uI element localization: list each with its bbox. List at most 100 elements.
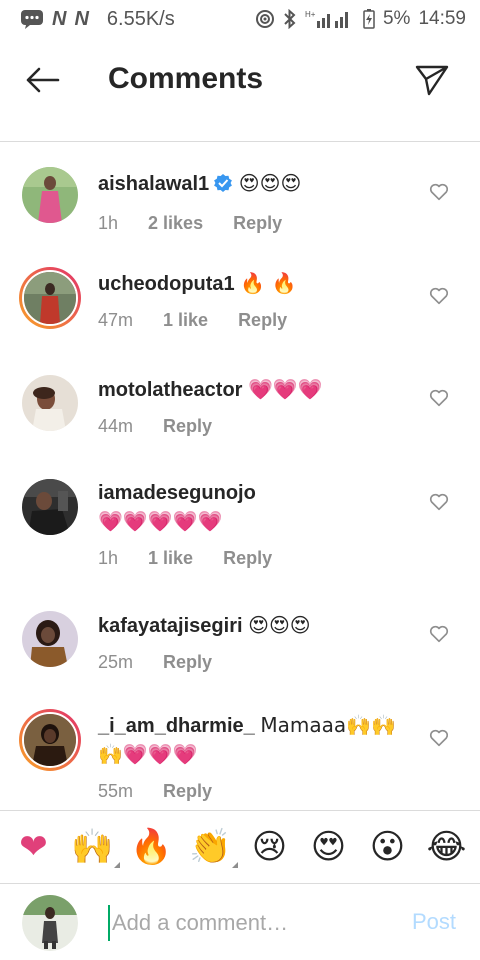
comment-time: 44m (98, 416, 134, 436)
comment-body: kafayatajisegiri 😍😍😍 25m Reply (98, 611, 420, 676)
comment-username[interactable]: aishalawal1 (98, 173, 209, 195)
back-button[interactable] (20, 62, 64, 98)
carrier-n-icon: N (52, 7, 67, 30)
bluetooth-icon (283, 9, 297, 29)
heart-outline-icon (429, 493, 449, 511)
reply-button[interactable]: Reply (223, 544, 272, 572)
battery-level: 5% (382, 8, 411, 29)
variants-indicator (231, 862, 238, 868)
comment-text: 🔥 🔥 (240, 271, 297, 295)
emoji-raised-hands-button[interactable]: 🙌 (70, 824, 120, 870)
chat-icon (20, 9, 44, 29)
arrow-left-icon (26, 67, 60, 93)
avatar[interactable] (19, 709, 81, 771)
battery-icon (363, 9, 375, 29)
comments-list[interactable]: aishalawal1 😍😍😍 1h 2 likes Reply ucheodo… (0, 143, 480, 810)
heart-outline-icon (429, 389, 449, 407)
verified-badge-icon (213, 173, 233, 201)
comment-item: iamadesegunojo 💗💗💗💗💗 1h 1 like Reply (0, 477, 480, 601)
status-left: N N 6.55K/s (20, 8, 175, 31)
heart-outline-icon (429, 287, 449, 305)
like-comment-button[interactable] (428, 181, 450, 203)
current-user-avatar (22, 895, 78, 951)
raised-hands-icon: 🙌 (71, 827, 114, 867)
comment-item: aishalawal1 😍😍😍 1h 2 likes Reply (0, 167, 480, 263)
comment-text: 💗💗💗💗💗 (98, 509, 223, 533)
comment-username[interactable]: kafayatajisegiri (98, 615, 243, 637)
comment-composer: Post (0, 885, 480, 960)
avatar[interactable] (22, 479, 78, 535)
comment-text: 😍😍😍 (238, 171, 302, 195)
reply-button[interactable]: Reply (233, 209, 282, 237)
emoji-surprised-face-button[interactable]: 😮 (365, 824, 411, 870)
like-comment-button[interactable] (428, 727, 450, 749)
signal-icon: H+ (305, 9, 355, 29)
comment-likes[interactable]: 2 likes (148, 209, 203, 237)
avatar[interactable] (22, 375, 78, 431)
comment-username[interactable]: _i_am_dharmie_ (98, 715, 255, 737)
emoji-fire-button[interactable]: 🔥 (129, 824, 175, 870)
comment-input[interactable] (108, 905, 398, 941)
heart-outline-icon (429, 183, 449, 201)
reply-button[interactable]: Reply (163, 648, 212, 676)
comment-item: motolatheactor 💗💗💗 44m Reply (0, 373, 480, 469)
comment-meta: 55m Reply (98, 777, 420, 805)
comment-likes[interactable]: 1 like (148, 544, 193, 572)
network-speed: 6.55K/s (106, 7, 175, 30)
like-comment-button[interactable] (428, 623, 450, 645)
like-comment-button[interactable] (428, 387, 450, 409)
like-comment-button[interactable] (428, 491, 450, 513)
clock: 14:59 (418, 8, 466, 29)
comment-time: 1h (98, 213, 119, 233)
avatar[interactable] (19, 267, 81, 329)
avatar[interactable] (22, 167, 78, 223)
page-title: Comments (108, 62, 264, 95)
comment-text: 💗💗💗 (248, 377, 323, 401)
comment-username[interactable]: ucheodoputa1 (98, 273, 235, 295)
hotspot-icon (255, 9, 275, 29)
status-right: H+ 5% 14:59 (255, 8, 466, 30)
svg-text:H+: H+ (305, 10, 316, 19)
direct-share-button[interactable] (412, 60, 452, 100)
comment-body: motolatheactor 💗💗💗 44m Reply (98, 375, 420, 440)
reply-button[interactable]: Reply (163, 412, 212, 440)
comment-body: _i_am_dharmie_ Mamaaa🙌🙌🙌💗💗💗 55m Reply (98, 711, 420, 805)
comment-time: 47m (98, 310, 134, 330)
status-bar: N N 6.55K/s H+ 5% 14:59 (0, 0, 480, 38)
avatar[interactable] (22, 611, 78, 667)
emoji-clapping-hands-button[interactable]: 👏 (188, 824, 238, 870)
comment-meta: 44m Reply (98, 412, 420, 440)
comment-item: ucheodoputa1 🔥 🔥 47m 1 like Reply (0, 267, 480, 363)
comment-meta: 1h 1 like Reply (98, 544, 420, 572)
comment-item: _i_am_dharmie_ Mamaaa🙌🙌🙌💗💗💗 55m Reply (0, 709, 480, 810)
comment-text: 😍😍😍 (248, 613, 311, 637)
emoji-heart-eyes-button[interactable]: 😍 (306, 824, 352, 870)
heart-outline-icon (429, 729, 449, 747)
like-comment-button[interactable] (428, 285, 450, 307)
comment-body: ucheodoputa1 🔥 🔥 47m 1 like Reply (98, 269, 420, 334)
emoji-laughing-face-button[interactable]: 😂 (424, 824, 470, 870)
reply-button[interactable]: Reply (238, 306, 287, 334)
reply-button[interactable]: Reply (163, 777, 212, 805)
header: Comments (0, 38, 480, 142)
comment-meta: 1h 2 likes Reply (98, 209, 420, 237)
paper-plane-icon (415, 65, 449, 96)
post-button[interactable]: Post (412, 909, 456, 935)
heart-outline-icon (429, 625, 449, 643)
emoji-crying-face-button[interactable]: 😢 (247, 824, 293, 870)
emoji-heart-button[interactable]: ❤ (11, 824, 57, 870)
variants-indicator (113, 862, 120, 868)
comment-meta: 25m Reply (98, 648, 420, 676)
comment-likes[interactable]: 1 like (163, 306, 208, 334)
comment-body: iamadesegunojo 💗💗💗💗💗 1h 1 like Reply (98, 479, 420, 572)
comment-item: kafayatajisegiri 😍😍😍 25m Reply (0, 609, 480, 705)
clapping-hands-icon: 👏 (189, 827, 232, 867)
comment-username[interactable]: iamadesegunojo (98, 482, 256, 504)
comment-time: 25m (98, 652, 134, 672)
comment-meta: 47m 1 like Reply (98, 306, 420, 334)
comment-time: 1h (98, 548, 119, 568)
comment-body: aishalawal1 😍😍😍 1h 2 likes Reply (98, 169, 420, 237)
comment-time: 55m (98, 781, 134, 801)
comment-username[interactable]: motolatheactor (98, 379, 242, 401)
carrier-n-icon: N (74, 7, 89, 30)
